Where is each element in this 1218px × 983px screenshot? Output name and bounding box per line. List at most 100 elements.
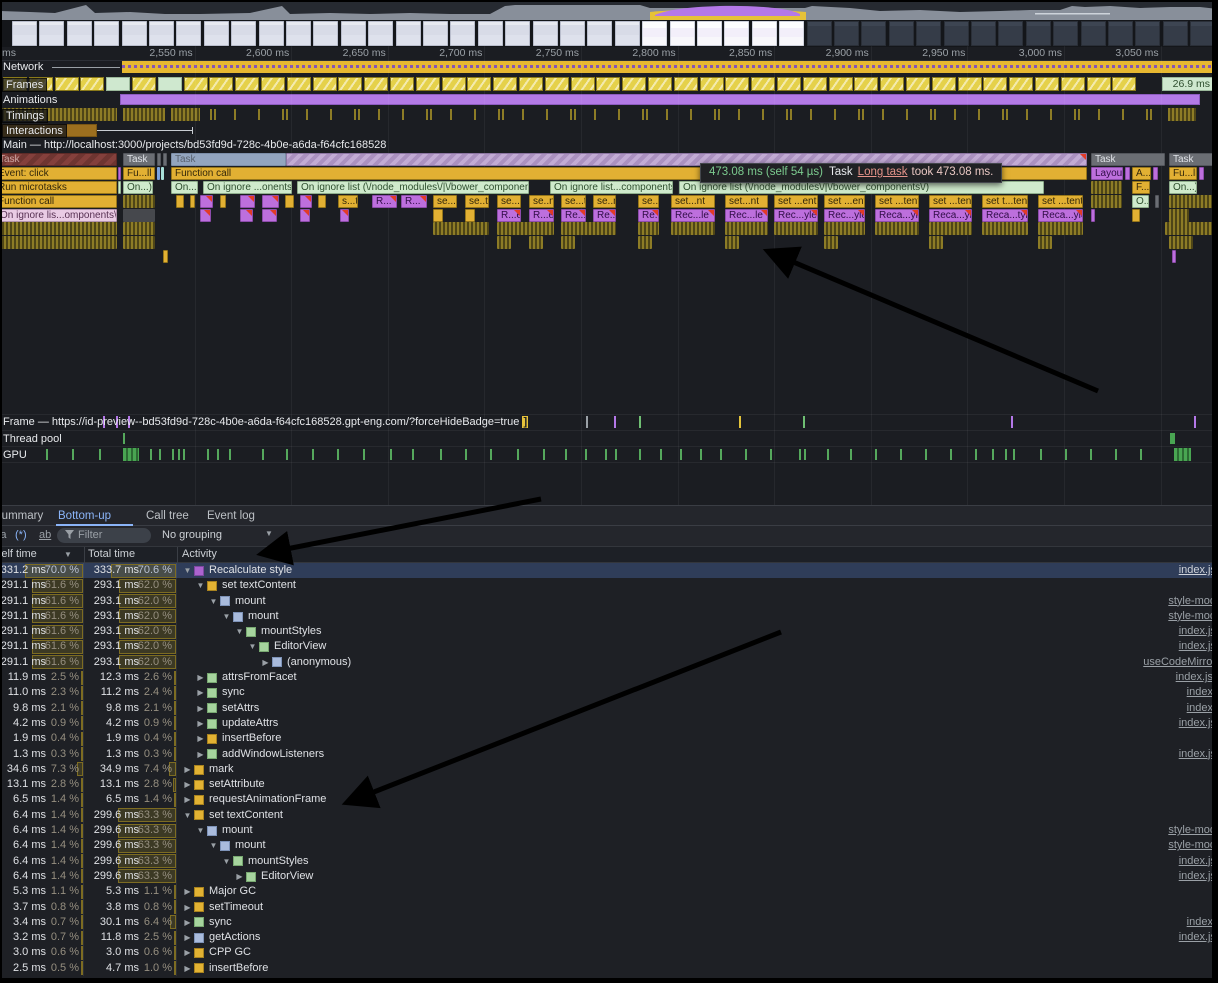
source-link[interactable]: index.js: [1176, 670, 1216, 685]
flame-block[interactable]: se...t [433, 195, 457, 208]
flame-block[interactable] [157, 153, 161, 166]
timeline-ruler[interactable]: ms2,550 ms2,600 ms2,650 ms2,700 ms2,750 … [0, 46, 1218, 61]
frame-block[interactable] [209, 77, 233, 91]
flame-block[interactable]: Reca...yle [875, 209, 919, 222]
flame-block[interactable] [982, 222, 1028, 235]
expand-arrow-open[interactable]: ▼ [207, 838, 220, 853]
flame-block[interactable] [163, 153, 167, 166]
flame-block[interactable] [433, 222, 489, 235]
frame-block[interactable] [55, 77, 79, 91]
flame-block[interactable] [163, 250, 168, 263]
tooltip-long-task-link[interactable]: Long task [853, 166, 908, 178]
frame-block[interactable] [700, 77, 724, 91]
column-total-time[interactable]: Total time [88, 548, 135, 560]
film-thumbnail[interactable] [450, 21, 475, 46]
table-row[interactable]: 2.5 ms0.5 %4.7 ms1.0 %▶insertBefore [0, 961, 1218, 976]
film-thumbnail[interactable] [423, 21, 448, 46]
flame-block[interactable] [1169, 209, 1189, 222]
film-thumbnail[interactable] [313, 21, 338, 46]
table-row[interactable]: 34.6 ms7.3 %34.9 ms7.4 %▶mark [0, 762, 1218, 777]
network-track-bar[interactable] [122, 61, 1215, 73]
film-thumbnail[interactable] [642, 21, 667, 46]
tab-summary[interactable]: Summary [0, 506, 43, 526]
flame-block[interactable] [824, 236, 838, 249]
film-thumbnail[interactable] [1053, 21, 1078, 46]
flame-block[interactable] [262, 195, 279, 208]
expand-arrow-open[interactable]: ▼ [194, 578, 207, 593]
flame-block[interactable]: A... [1132, 167, 1151, 180]
table-row[interactable]: 6.4 ms1.4 %299.6 ms63.3 %▶EditorViewinde… [0, 869, 1218, 884]
flame-block[interactable] [824, 222, 865, 235]
flame-block[interactable]: Rec...yle [824, 209, 865, 222]
frame-track-title[interactable]: Frame — https://id-preview--bd53fd9d-728… [3, 416, 528, 428]
source-link[interactable]: index.js [1179, 624, 1216, 639]
film-thumbnail[interactable] [67, 21, 92, 46]
table-row[interactable]: 6.4 ms1.4 %299.6 ms63.3 %▼mountstyle-mod [0, 823, 1218, 838]
flame-block[interactable] [300, 195, 312, 208]
flame-block[interactable] [725, 222, 768, 235]
flame-block[interactable] [157, 167, 160, 180]
flame-block[interactable]: O... [1132, 195, 1149, 208]
frame-block[interactable] [519, 77, 543, 91]
flame-block[interactable] [725, 236, 739, 249]
flame-block[interactable]: set...nt [725, 195, 768, 208]
film-thumbnail[interactable] [231, 21, 256, 46]
expand-arrow-closed[interactable]: ▶ [181, 792, 194, 807]
film-thumbnail[interactable] [478, 21, 503, 46]
source-link[interactable]: index.js [1179, 747, 1216, 762]
expand-arrow-closed[interactable]: ▶ [181, 930, 194, 945]
film-thumbnail[interactable] [971, 21, 996, 46]
expand-arrow-closed[interactable]: ▶ [194, 685, 207, 700]
film-thumbnail[interactable] [560, 21, 585, 46]
source-link[interactable]: index.js [1179, 716, 1216, 731]
flame-block[interactable] [190, 195, 195, 208]
flame-block[interactable] [561, 236, 575, 249]
film-thumbnail[interactable] [259, 21, 284, 46]
film-thumbnail[interactable] [944, 21, 969, 46]
source-link[interactable]: index.js [1179, 869, 1216, 884]
flame-block[interactable] [118, 167, 121, 180]
flame-block[interactable] [285, 195, 294, 208]
expand-arrow-open[interactable]: ▼ [181, 563, 194, 578]
film-thumbnail[interactable] [724, 21, 749, 46]
flame-block[interactable]: Task [171, 153, 286, 166]
table-row[interactable]: 13.1 ms2.8 %13.1 ms2.8 %▶setAttribute [0, 777, 1218, 792]
frame-block[interactable] [261, 77, 285, 91]
expand-arrow-closed[interactable]: ▶ [181, 884, 194, 899]
flame-block[interactable] [123, 222, 155, 235]
frame-block[interactable] [235, 77, 259, 91]
expand-arrow-open[interactable]: ▼ [181, 808, 194, 823]
film-thumbnail[interactable] [341, 21, 366, 46]
flame-block[interactable] [1038, 222, 1083, 235]
flame-block[interactable]: set ...ent [774, 195, 818, 208]
flame-block[interactable]: Re...le [638, 209, 659, 222]
table-row[interactable]: 1.3 ms0.3 %1.3 ms0.3 %▶addWindowListener… [0, 747, 1218, 762]
flame-block[interactable] [240, 195, 255, 208]
frame-block[interactable] [493, 77, 517, 91]
film-thumbnail[interactable] [998, 21, 1023, 46]
flame-block[interactable]: Event: click [0, 167, 117, 180]
filter-input[interactable]: Filter [57, 528, 151, 543]
flame-block[interactable]: s...t [338, 195, 358, 208]
film-thumbnail[interactable] [916, 21, 941, 46]
bottom-up-table[interactable]: 331.2 ms70.0 %333.7 ms70.6 %▼Recalculate… [0, 563, 1218, 978]
flame-block[interactable] [1169, 236, 1193, 249]
table-row[interactable]: 11.9 ms2.5 %12.3 ms2.6 %▶attrsFromFaceti… [0, 670, 1218, 685]
film-thumbnail[interactable] [861, 21, 886, 46]
expand-arrow-closed[interactable]: ▶ [194, 716, 207, 731]
source-link[interactable]: style-mod [1168, 838, 1216, 853]
film-thumbnail[interactable] [176, 21, 201, 46]
expand-arrow-closed[interactable]: ▶ [194, 670, 207, 685]
flame-block[interactable]: R... [372, 195, 397, 208]
expand-arrow-open[interactable]: ▼ [220, 854, 233, 869]
flame-block[interactable] [1155, 195, 1159, 208]
expand-arrow-open[interactable]: ▼ [207, 594, 220, 609]
flame-block[interactable]: se...nt [638, 195, 659, 208]
flame-block[interactable]: On...) [171, 181, 198, 194]
flame-block[interactable] [1091, 195, 1122, 208]
frame-block[interactable] [416, 77, 440, 91]
frame-block[interactable] [1112, 77, 1136, 91]
flame-block[interactable]: set t...tent [982, 195, 1028, 208]
frame-block[interactable] [338, 77, 362, 91]
flame-block[interactable] [220, 195, 226, 208]
